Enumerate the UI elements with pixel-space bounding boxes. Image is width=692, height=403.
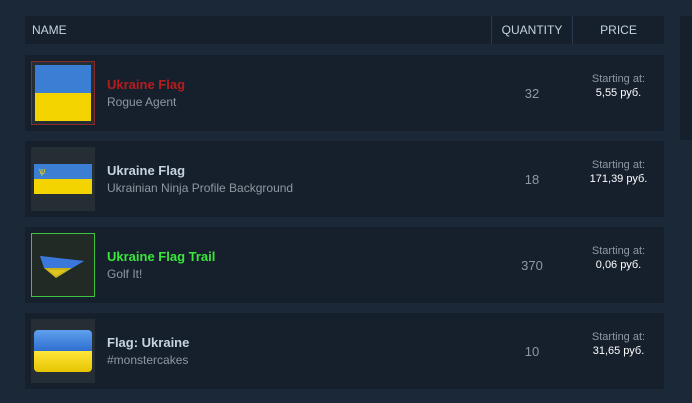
price-label: Starting at: [591, 331, 646, 343]
listing-row[interactable]: Flag: Ukraine #monstercakes 10 Starting … [25, 313, 664, 389]
item-name[interactable]: Ukraine Flag Trail [107, 249, 215, 264]
item-name[interactable]: Flag: Ukraine [107, 335, 189, 350]
listing-row[interactable]: Ukraine Flag Trail Golf It! 370 Starting… [25, 227, 664, 303]
ukraine-flag-background-icon: ѱ [31, 147, 95, 211]
market-listings: NAME QUANTITY PRICE Ukraine Flag Rogue A… [0, 0, 692, 403]
price-label: Starting at: [591, 245, 646, 257]
item-quantity: 18 [524, 172, 540, 187]
ukraine-flag-sticker-icon [31, 319, 95, 383]
price-value: 171,39 руб. [589, 173, 648, 185]
price-column-header[interactable]: PRICE [572, 16, 664, 44]
listings-header: NAME QUANTITY PRICE [25, 16, 664, 44]
price-label: Starting at: [591, 73, 646, 85]
item-name[interactable]: Ukraine Flag [107, 77, 185, 92]
item-price: Starting at: 5,55 руб. [573, 72, 664, 100]
game-name: Golf It! [107, 267, 143, 281]
price-value: 0,06 руб. [595, 259, 642, 271]
item-price: Starting at: 0,06 руб. [573, 244, 664, 272]
ukraine-flag-icon [31, 61, 95, 125]
quantity-column-header[interactable]: QUANTITY [491, 16, 572, 44]
item-name[interactable]: Ukraine Flag [107, 163, 185, 178]
price-label: Starting at: [591, 159, 646, 171]
name-column-header[interactable]: NAME [25, 23, 491, 37]
item-quantity: 370 [521, 258, 543, 273]
game-name: Ukrainian Ninja Profile Background [107, 181, 294, 195]
item-price: Starting at: 171,39 руб. [573, 158, 664, 186]
price-value: 5,55 руб. [595, 87, 642, 99]
game-name: #monstercakes [107, 353, 189, 367]
price-value: 31,65 руб. [592, 345, 645, 357]
scrollbar[interactable] [680, 16, 692, 140]
item-quantity: 32 [524, 86, 540, 101]
item-price: Starting at: 31,65 руб. [573, 330, 664, 358]
listing-row[interactable]: ѱ Ukraine Flag Ukrainian Ninja Profile B… [25, 141, 664, 217]
flag-trail-icon [31, 233, 95, 297]
game-name: Rogue Agent [107, 95, 177, 109]
listing-row[interactable]: Ukraine Flag Rogue Agent 32 Starting at:… [25, 55, 664, 131]
item-quantity: 10 [524, 344, 540, 359]
